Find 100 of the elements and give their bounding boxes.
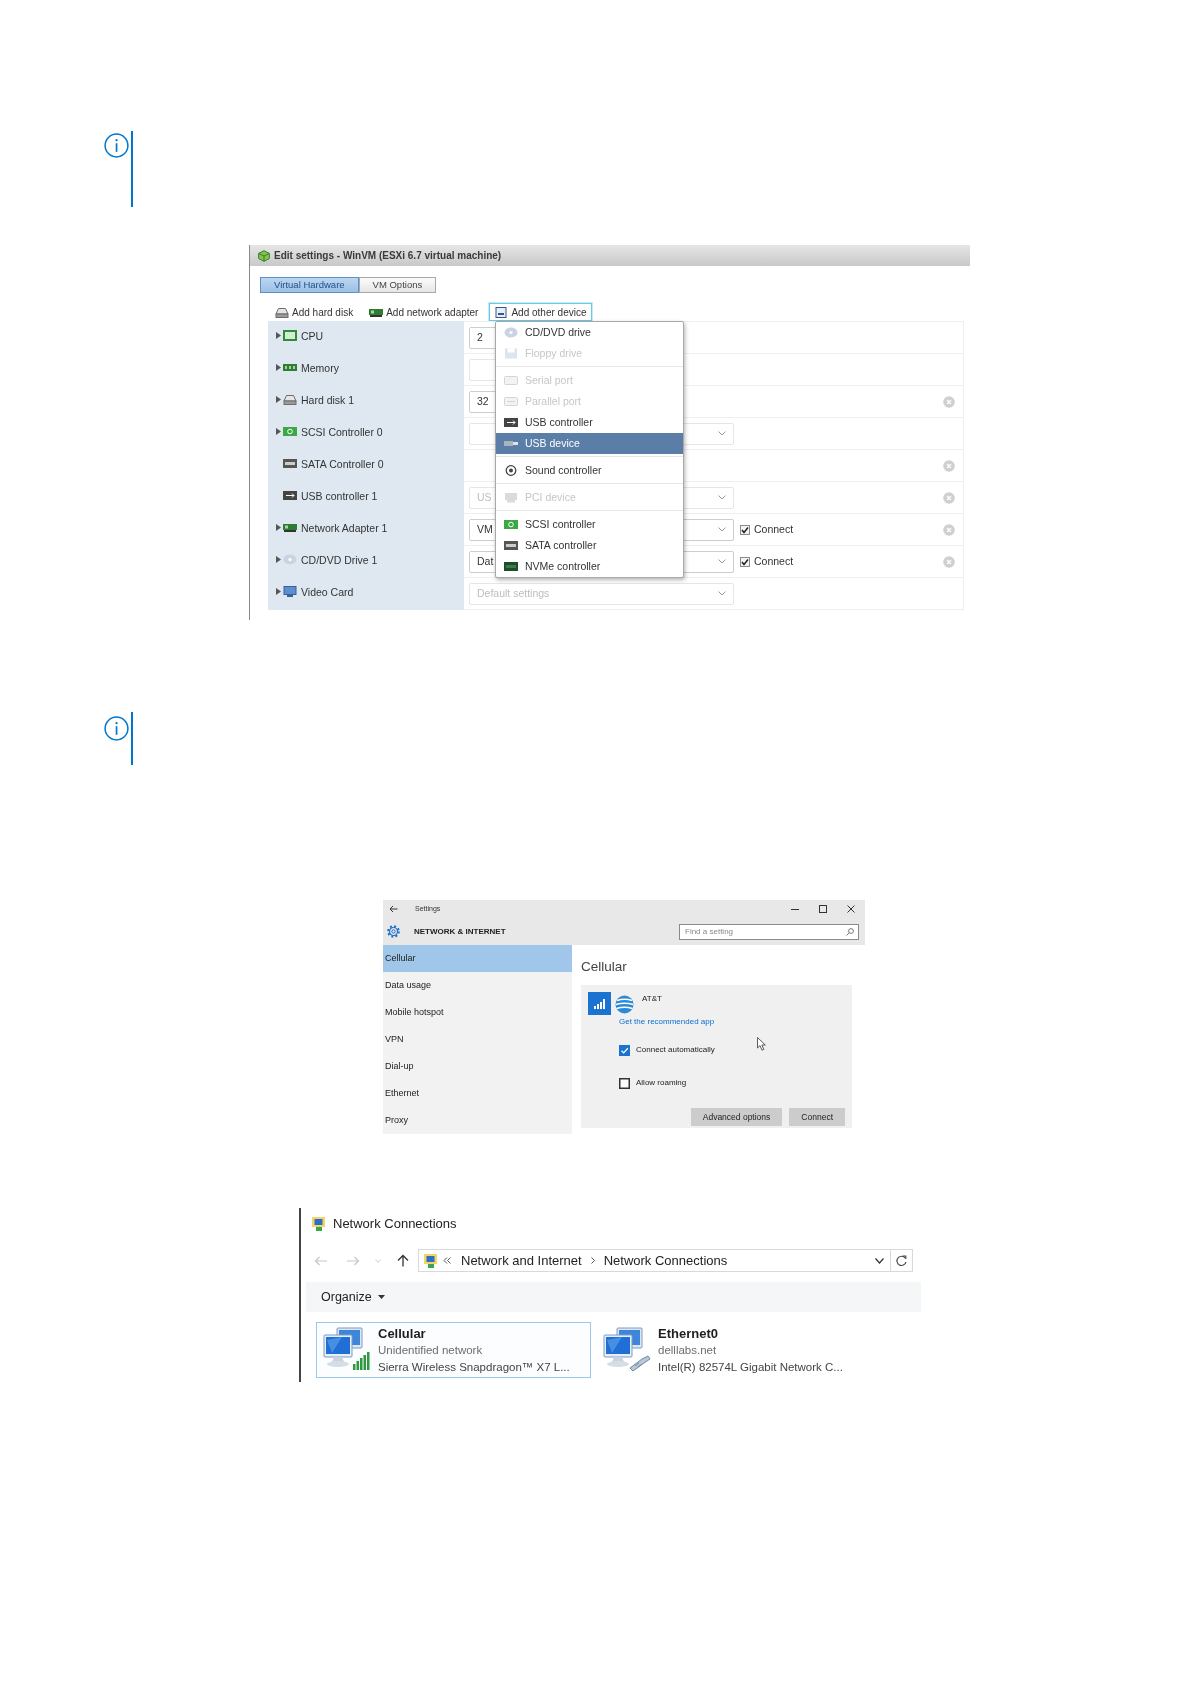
caret-icon[interactable] [276,556,281,563]
toolbar-button[interactable]: Add other device [489,303,592,321]
gear-icon [387,925,400,938]
connection-item[interactable]: Cellular Unidentified network Sierra Wireless Snapdragon™ X7 L... [316,1322,591,1378]
connection-status: Unidentified network [378,1343,483,1358]
checkbox[interactable] [619,1077,630,1089]
caret-icon[interactable] [276,396,281,403]
checkbox[interactable] [740,524,750,535]
recommended-app-link[interactable]: Get the recommended app [619,1016,715,1028]
checkbox-label: Connect [754,553,794,569]
section-title: NETWORK & INTERNET [414,925,506,938]
refresh-icon [896,1254,907,1267]
breadcrumb-link[interactable]: Network Connections [599,1250,732,1271]
caret-icon[interactable] [276,524,281,531]
tab[interactable]: VM Options [358,277,437,293]
caret-icon[interactable] [276,364,281,371]
controller-card-icon [283,458,297,469]
page-title: Cellular [581,959,628,975]
field-value: Default settings [477,585,550,601]
refresh-button[interactable] [891,1249,913,1272]
device-label: Memory [301,361,339,376]
chevron-right-icon [590,1257,595,1264]
signal-bars-icon [588,992,611,1015]
organize-button[interactable]: Organize [321,1287,385,1307]
nav-item[interactable]: Mobile hotspot [383,999,572,1026]
address-bar[interactable]: Network and Internet Network Connections [418,1249,891,1272]
menu-item[interactable]: SATA controller [496,535,683,556]
device-icon [494,306,509,318]
nav-item[interactable]: Dial-up [383,1053,572,1080]
checkbox[interactable] [740,556,750,567]
forward-arrow-icon [346,1255,360,1266]
caret-down-icon [375,1258,381,1263]
hard-drive-icon [283,394,297,405]
caret-icon[interactable] [276,428,281,435]
network-computer-icon [311,1216,327,1232]
field-value: VM [477,521,493,537]
device-label: Network Adapter 1 [301,521,388,536]
computer-signal-bars-icon [322,1326,372,1372]
connection-item[interactable]: Ethernet0 delllabs.net Intel(R) 82574L Gigabit Network C... [596,1322,871,1378]
caret-icon[interactable] [276,588,281,595]
device-label: Hard disk 1 [301,393,355,408]
speaker-icon [504,465,518,476]
toolbar-button[interactable]: Add hard disk [270,303,359,321]
option-label: Allow roaming [636,1077,687,1089]
device-label: SCSI Controller 0 [301,425,383,440]
connection-name: Cellular [378,1326,426,1342]
toolbar-button[interactable]: Add network adapter [364,303,484,321]
action-button[interactable]: Connect [789,1108,845,1126]
back-arrow-icon [389,905,398,913]
menu-item[interactable]: NVMe controller [496,556,683,577]
tab[interactable]: Virtual Hardware [260,277,359,293]
checkbox[interactable] [619,1044,630,1056]
back-arrow-icon [314,1255,328,1266]
controller-card-icon [504,540,518,551]
menu-item[interactable]: CD/DVD drive [496,322,683,343]
carrier-name: AT&T [642,993,662,1005]
menu-item[interactable]: USB controller [496,412,683,433]
striped-globe-icon [615,995,634,1014]
controller-card-icon [504,561,518,572]
mouse-pointer-icon [757,1037,766,1051]
adapter-name: Sierra Wireless Snapdragon™ X7 L... [378,1360,570,1375]
nav-item[interactable]: Ethernet [383,1080,572,1107]
caret-down-icon [377,1295,385,1299]
menu-item[interactable]: Sound controller [496,460,683,481]
disc-icon [283,554,297,565]
controller-card-icon [504,417,518,428]
device-label: SATA Controller 0 [301,457,384,472]
computer-network-cable-icon [602,1326,652,1372]
caret-icon[interactable] [276,332,281,339]
chevron-down-icon [718,431,726,436]
device-label: CPU [301,329,324,344]
nav-item[interactable]: Proxy [383,1107,572,1134]
field-value: 2 [477,329,483,345]
device-label: USB controller 1 [301,489,378,504]
action-button[interactable]: Advanced options [690,1108,783,1126]
option-label: Connect automatically [636,1044,715,1056]
checkbox-label: Connect [754,521,794,537]
network-computer-icon [423,1252,439,1269]
minimize-icon [791,908,799,910]
port-icon [504,375,518,386]
nav-item[interactable]: Data usage [383,972,572,999]
menu-item[interactable]: USB device [496,433,683,454]
field-value: 32 [477,393,489,409]
controller-card-icon [504,519,518,530]
chevron-down-icon[interactable] [875,1257,884,1264]
info-icon [104,716,129,741]
chevron-down-icon [718,559,726,564]
connection-status: delllabs.net [658,1343,717,1358]
search-field[interactable]: Find a setting [679,923,859,940]
connection-name: Ethernet0 [658,1326,718,1342]
window-title: Network Connections [333,1215,457,1234]
chevron-down-icon [718,495,726,500]
chip-icon [283,330,297,341]
nav-item[interactable]: VPN [383,1026,572,1053]
menu-item[interactable]: SCSI controller [496,514,683,535]
nav-item[interactable]: Cellular [383,945,572,972]
breadcrumb-link[interactable]: Network and Internet [457,1250,586,1271]
plug-icon [504,438,518,449]
chevron-down-icon [718,527,726,532]
adapter-name: Intel(R) 82574L Gigabit Network C... [658,1360,843,1375]
